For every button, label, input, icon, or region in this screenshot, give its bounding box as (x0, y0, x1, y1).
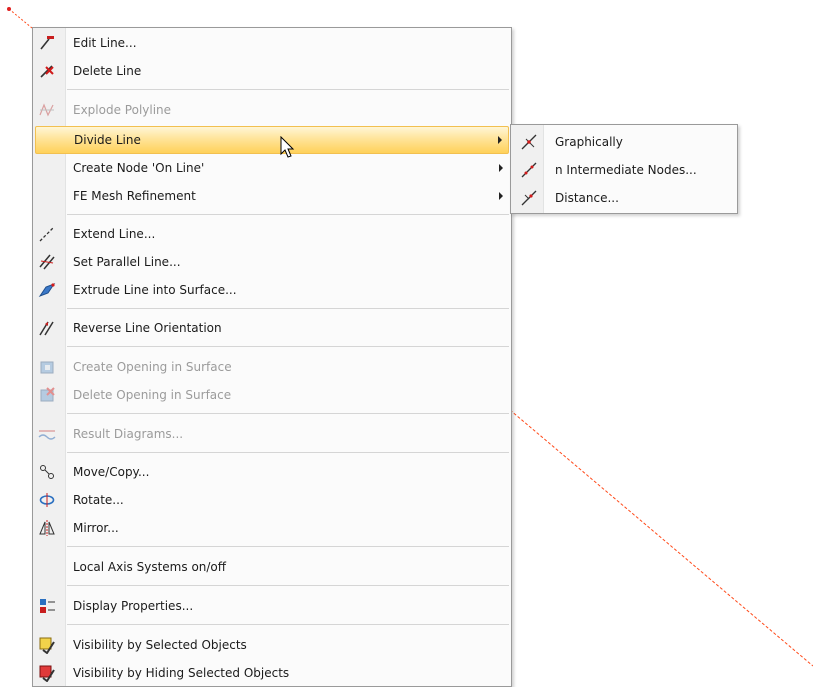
parallel-line-icon (39, 254, 55, 270)
menu-item-delete-opening[interactable]: Delete Opening in Surface (35, 382, 509, 408)
model-line-top[interactable] (8, 8, 33, 29)
menu-separator (67, 585, 509, 586)
reverse-orientation-icon (39, 321, 54, 336)
extend-line-icon (39, 226, 55, 242)
submenu-item-graphically[interactable]: Graphically (513, 129, 735, 155)
model-line-bottom[interactable] (509, 409, 813, 667)
delete-line-icon (40, 65, 54, 78)
menu-item-visibility-hiding[interactable]: Visibility by Hiding Selected Objects (35, 660, 509, 686)
rotate-icon (39, 493, 55, 507)
menu-separator (67, 452, 509, 453)
menu-item-move-copy[interactable]: Move/Copy... (35, 459, 509, 485)
divide-line-submenu: Graphically n Intermediate Nodes... Dist… (510, 124, 738, 214)
extrude-surface-icon (38, 282, 56, 298)
mirror-icon (39, 520, 55, 536)
edit-line-icon (40, 36, 54, 50)
menu-item-create-opening[interactable]: Create Opening in Surface (35, 354, 509, 380)
menu-item-set-parallel-line[interactable]: Set Parallel Line... (35, 249, 509, 275)
menu-item-delete-line[interactable]: Delete Line (35, 58, 509, 84)
menu-item-fe-mesh-refinement[interactable]: FE Mesh Refinement (35, 183, 509, 209)
menu-item-local-axis-systems[interactable]: Local Axis Systems on/off (35, 554, 509, 580)
menu-item-divide-line[interactable]: Divide Line (35, 126, 509, 154)
menu-item-visibility-selected[interactable]: Visibility by Selected Objects (35, 632, 509, 658)
submenu-arrow-icon (499, 164, 503, 172)
divide-graphically-icon (521, 134, 537, 150)
menu-separator (67, 624, 509, 625)
menu-item-extrude-line[interactable]: Extrude Line into Surface... (35, 277, 509, 303)
mouse-pointer-icon (280, 136, 295, 158)
submenu-arrow-icon (498, 136, 502, 144)
menu-item-explode-polyline[interactable]: Explode Polyline (35, 97, 509, 123)
menu-item-reverse-orientation[interactable]: Reverse Line Orientation (35, 315, 509, 341)
submenu-arrow-icon (499, 192, 503, 200)
menu-separator (67, 413, 509, 414)
menu-item-edit-line[interactable]: Edit Line... (35, 30, 509, 56)
menu-separator (67, 546, 509, 547)
menu-item-display-properties[interactable]: Display Properties... (35, 593, 509, 619)
menu-separator (67, 89, 509, 90)
result-diagrams-icon (38, 430, 56, 440)
intermediate-nodes-icon (521, 162, 537, 178)
submenu-item-distance[interactable]: Distance... (513, 185, 735, 211)
submenu-item-intermediate-nodes[interactable]: n Intermediate Nodes... (513, 157, 735, 183)
visibility-hiding-icon (39, 665, 55, 682)
menu-separator (67, 346, 509, 347)
model-node[interactable] (7, 7, 11, 11)
distance-icon (521, 190, 537, 206)
menu-item-extend-line[interactable]: Extend Line... (35, 221, 509, 247)
menu-item-mirror[interactable]: Mirror... (35, 515, 509, 541)
menu-item-rotate[interactable]: Rotate... (35, 487, 509, 513)
create-opening-icon (40, 361, 54, 374)
line-context-menu: Edit Line... Delete Line Explode Polylin… (32, 27, 512, 687)
display-properties-icon (40, 599, 55, 613)
explode-polyline-icon (39, 103, 54, 117)
menu-separator (67, 214, 509, 215)
delete-opening-icon (40, 387, 55, 402)
menu-separator (67, 308, 509, 309)
move-copy-icon (40, 465, 54, 479)
menu-item-create-node-on-line[interactable]: Create Node 'On Line' (35, 155, 509, 181)
menu-item-result-diagrams[interactable]: Result Diagrams... (35, 421, 509, 447)
visibility-selected-icon (39, 637, 55, 654)
